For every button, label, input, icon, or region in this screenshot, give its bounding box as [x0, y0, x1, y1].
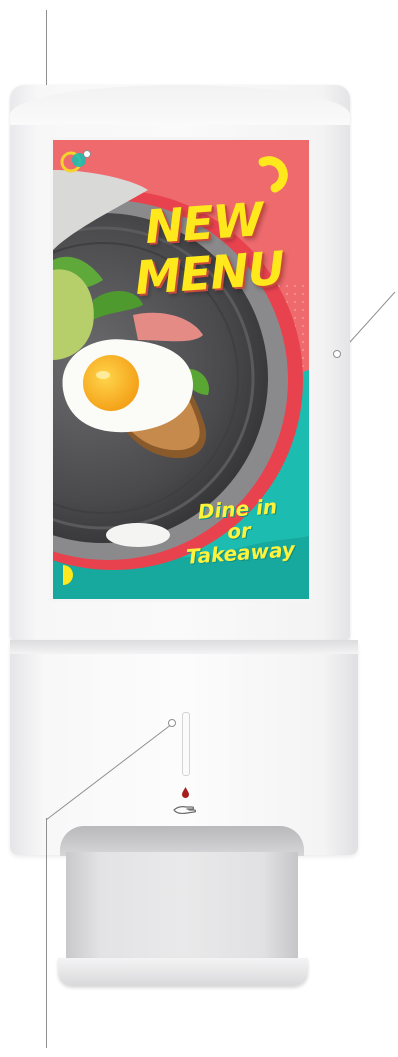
- poster-tagline: Dine in or Takeaway: [169, 493, 309, 568]
- sanitizer-drop-icon: [182, 787, 189, 798]
- callout-dot-logo: [83, 150, 91, 158]
- advertising-screen: NEW MENU Dine in or Takeaway: [53, 140, 309, 599]
- callout-dot-sensor: [168, 719, 176, 727]
- sensor-window: [182, 712, 190, 776]
- drip-tray-lip: [58, 958, 308, 986]
- drip-tray: [66, 852, 298, 964]
- callout-connector-bottom: [45, 723, 173, 821]
- callout-dot-side: [333, 350, 341, 358]
- housing-seam: [10, 640, 358, 654]
- poster-headline-new: NEW: [143, 191, 265, 255]
- callout-line-bottom: [46, 818, 47, 1048]
- poster-headline-menu: MENU: [133, 240, 286, 306]
